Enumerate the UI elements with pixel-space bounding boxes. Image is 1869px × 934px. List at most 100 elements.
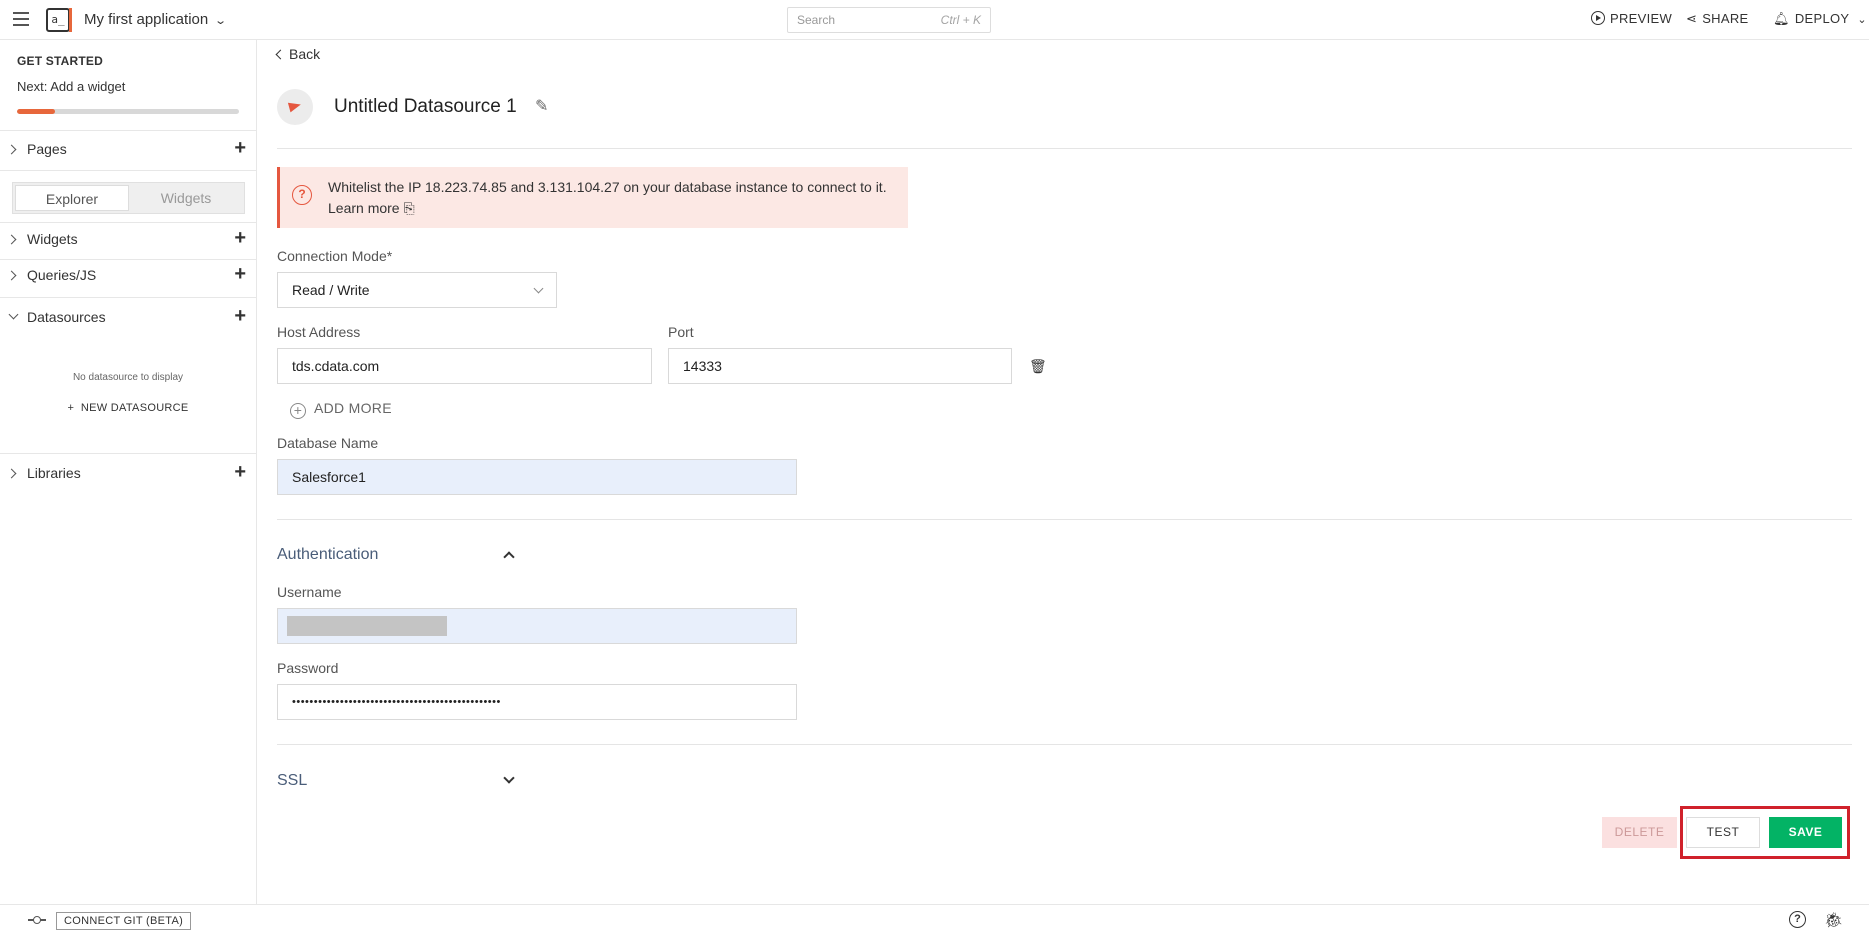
divider — [0, 222, 256, 223]
back-label: Back — [289, 46, 321, 62]
add-page-icon[interactable]: + — [234, 137, 246, 160]
chevron-right-icon — [6, 468, 17, 479]
new-datasource-label: NEW DATASOURCE — [80, 402, 189, 414]
chevron-down-icon — [8, 309, 19, 320]
no-datasource-message: No datasource to display — [72, 372, 184, 383]
help-icon[interactable]: ? — [1789, 911, 1806, 928]
next-step[interactable]: Next: Add a widget — [17, 79, 125, 94]
deploy-button[interactable]: 🔔︎ DEPLOY ⌄ — [1773, 11, 1867, 27]
port-input[interactable]: 14333 — [668, 348, 1012, 384]
add-query-icon[interactable]: + — [234, 263, 246, 286]
learn-more-link[interactable]: Learn more ⎘ — [328, 200, 415, 217]
datasource-title: Untitled Datasource 1 — [334, 96, 517, 117]
edit-pencil-icon[interactable]: ✎ — [535, 96, 548, 116]
back-link[interactable]: Back — [275, 46, 321, 62]
chevron-down-icon[interactable]: ⌄ — [1857, 14, 1867, 26]
alert-message: Whitelist the IP 18.223.74.85 and 3.131.… — [328, 179, 887, 195]
new-datasource-button[interactable]: + NEW DATASOURCE — [0, 402, 256, 414]
divider — [0, 453, 256, 454]
explorer-widgets-toggle: Explorer Widgets — [12, 182, 245, 214]
chevron-right-icon — [6, 144, 17, 155]
username-input[interactable] — [277, 608, 797, 644]
highlight-box — [1680, 806, 1850, 859]
get-started-title: GET STARTED — [17, 54, 103, 68]
bell-icon: 🔔︎ — [1773, 11, 1790, 26]
learn-more-label: Learn more — [328, 200, 400, 216]
chevron-left-icon — [275, 49, 286, 60]
divider — [0, 130, 256, 131]
password-label: Password — [277, 660, 339, 676]
search-placeholder: Search — [797, 13, 836, 27]
share-button[interactable]: ⋖ SHARE — [1686, 11, 1749, 27]
ssl-section-title: SSL — [277, 772, 308, 789]
password-input[interactable]: ••••••••••••••••••••••••••••••••••••••••… — [277, 684, 797, 720]
sidebar-item-label: Datasources — [27, 309, 106, 325]
top-bar: a_ My first application ⌄ Search Ctrl + K… — [0, 0, 1869, 40]
chevron-right-icon — [6, 234, 17, 245]
connection-mode-label: Connection Mode* — [277, 248, 393, 264]
search-input[interactable]: Search Ctrl + K — [787, 7, 991, 33]
sidebar-item-datasources[interactable]: Datasources + — [0, 304, 256, 332]
datasource-icon — [277, 89, 313, 125]
host-address-input[interactable]: tds.cdata.com — [277, 348, 652, 384]
add-more-button[interactable]: + ADD MORE — [290, 400, 392, 419]
dbname-label: Database Name — [277, 435, 379, 451]
connection-mode-value: Read / Write — [292, 282, 370, 298]
sidebar: GET STARTED Next: Add a widget Pages + E… — [0, 40, 257, 904]
divider — [277, 148, 1852, 149]
sidebar-item-label: Libraries — [27, 465, 81, 481]
onboarding-progress — [17, 109, 239, 114]
deploy-label: DEPLOY — [1794, 11, 1850, 26]
connection-mode-select[interactable]: Read / Write — [277, 272, 557, 308]
connect-git-button[interactable]: CONNECT GIT (BETA) — [56, 912, 192, 930]
appsmith-logo[interactable]: a_ — [46, 8, 72, 32]
preview-button[interactable]: PREVIEW — [1591, 11, 1672, 26]
divider — [277, 519, 1852, 520]
add-datasource-icon[interactable]: + — [234, 305, 246, 328]
plus-icon: + — [67, 402, 81, 414]
sidebar-item-pages[interactable]: Pages + — [0, 136, 256, 164]
username-label: Username — [277, 584, 342, 600]
share-icon: ⋖ — [1686, 11, 1698, 26]
redacted-value — [287, 616, 447, 636]
bug-icon[interactable]: 🐞︎ — [1824, 911, 1843, 929]
divider — [0, 297, 256, 298]
chevron-up-icon[interactable] — [503, 551, 515, 563]
authentication-section-title: Authentication — [277, 546, 379, 563]
host-label: Host Address — [277, 324, 361, 340]
progress-fill — [17, 109, 55, 114]
add-widget-icon[interactable]: + — [234, 227, 246, 250]
delete-button[interactable]: DELETE — [1602, 817, 1677, 848]
doc-icon: ⎘ — [403, 200, 415, 216]
chevron-down-icon[interactable] — [503, 772, 515, 784]
play-icon — [1591, 11, 1605, 25]
menu-icon[interactable] — [13, 12, 29, 26]
trash-icon[interactable]: 🗑︎ — [1029, 358, 1047, 375]
divider — [0, 170, 256, 171]
chevron-down-icon: ⌄ — [214, 15, 228, 27]
bottom-bar: CONNECT GIT (BETA) ? 🐞︎ — [0, 904, 1869, 934]
app-name-dropdown[interactable]: My first application ⌄ — [84, 11, 228, 28]
question-icon: ? — [292, 185, 312, 205]
sidebar-item-libraries[interactable]: Libraries + — [0, 460, 256, 488]
tab-explorer[interactable]: Explorer — [15, 185, 129, 211]
divider — [277, 744, 1852, 745]
sidebar-item-widgets[interactable]: Widgets + — [0, 226, 256, 254]
plus-circle-icon: + — [290, 403, 306, 419]
sidebar-item-queries[interactable]: Queries/JS + — [0, 262, 256, 290]
chevron-down-icon — [533, 283, 544, 294]
add-more-label: ADD MORE — [314, 400, 392, 416]
sidebar-item-label: Queries/JS — [27, 267, 97, 283]
preview-label: PREVIEW — [1610, 11, 1673, 26]
git-commit-icon — [28, 915, 46, 925]
database-name-input[interactable]: Salesforce1 — [277, 459, 797, 495]
tab-widgets[interactable]: Widgets — [129, 185, 243, 211]
port-label: Port — [668, 324, 694, 340]
add-library-icon[interactable]: + — [234, 461, 246, 484]
whitelist-alert: ? Whitelist the IP 18.223.74.85 and 3.13… — [277, 167, 908, 228]
datasource-editor: Back Untitled Datasource 1 ✎ ? Whitelist… — [258, 40, 1869, 904]
app-name: My first application — [84, 11, 209, 28]
sidebar-item-label: Widgets — [27, 231, 78, 247]
sidebar-item-label: Pages — [27, 141, 67, 157]
search-shortcut: Ctrl + K — [940, 13, 981, 27]
